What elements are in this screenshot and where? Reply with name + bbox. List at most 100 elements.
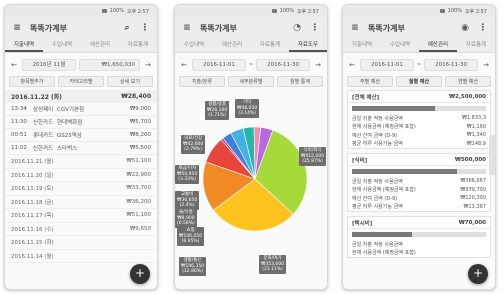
list-item[interactable]: 00:51 롯데카드 GS25역삼 ₩8,200 — [5, 129, 157, 142]
item-view-button[interactable]: 항목별추가 — [9, 76, 55, 87]
app-bar: ≡ 똑똑가계부 ◉ ⋮ — [343, 17, 495, 39]
prev-arrow-icon[interactable]: ← — [9, 61, 19, 69]
battery-label: 100% — [447, 8, 462, 14]
tab-income[interactable]: 수입내역 — [43, 39, 81, 52]
budget-amount: ₩500,000 — [454, 156, 486, 163]
category-view-button[interactable]: 카테고리별 — [58, 76, 104, 87]
app-title: 똑똑가계부 — [368, 23, 405, 33]
pie-label: 교통비 ₩36,650 (2.4%) — [175, 191, 200, 210]
budget-progress-bar — [352, 232, 486, 237]
list-item[interactable]: 11:02 신한카드 스타벅스 ₩5,500 — [5, 142, 157, 155]
tab-stats[interactable]: 자료통계 — [251, 39, 289, 52]
day-header[interactable]: 2016.11.22 (화) ₩28,400 — [5, 90, 157, 103]
item-desc: GS25역삼 — [57, 133, 82, 139]
menu-icon[interactable]: ≡ — [12, 23, 22, 33]
day-date: 2016.11.20 (일) — [11, 172, 54, 179]
status-bar: 100% 오후 2:57 — [343, 5, 495, 17]
budget-line-label: 금일 지출 적정 사용금액 — [352, 115, 403, 122]
more-icon[interactable]: ⋮ — [310, 23, 320, 33]
more-icon[interactable]: ⋮ — [478, 23, 488, 33]
menu-icon[interactable]: ≡ — [182, 23, 192, 33]
day-date: 2016.11.18 (금) — [11, 199, 54, 206]
clock: 오후 2:57 — [464, 8, 487, 15]
signal-icon — [101, 9, 107, 13]
day-row[interactable]: 2016.11.15 (화) — [5, 236, 157, 250]
next-arrow-icon[interactable]: → — [143, 61, 153, 69]
tab-budget[interactable]: 예산관리 — [419, 39, 457, 52]
tab-stats[interactable]: 자료통계 — [457, 39, 495, 52]
detail-view-button[interactable]: 상세 보기 — [107, 76, 153, 87]
range-separator: ~ — [416, 61, 422, 68]
item-time: 11:02 — [11, 145, 27, 151]
budget-card-header: [전체 예산] ₩2,500,000 — [348, 91, 490, 103]
add-button[interactable]: + — [130, 264, 150, 284]
eye-icon[interactable]: ◉ — [460, 23, 470, 33]
tab-income[interactable]: 수입내역 — [381, 39, 419, 52]
search-icon[interactable]: ⌕ — [122, 23, 132, 33]
tab-budget[interactable]: 예산관리 — [213, 39, 251, 52]
tab-data[interactable]: 자료도우 — [289, 39, 327, 52]
end-date-field[interactable]: 2016-11-30 — [424, 58, 479, 71]
start-date-field[interactable]: 2016-11-01 — [360, 58, 414, 71]
budget-card[interactable]: [택시비] ₩70,000 금일 지출 적정 사용금액 현재 사용금액 (예정금액… — [347, 216, 491, 258]
pie-label: 세금/이자 ₩50,950 (3.33%) — [175, 165, 200, 184]
item-account: 신한카드 — [33, 146, 54, 152]
tab-income[interactable]: 수입내역 — [175, 39, 213, 52]
item-desc: 현대백화점 — [57, 120, 83, 126]
day-date: 2016.11.19 (토) — [11, 186, 54, 193]
budget-line-amount: ₩1,833,3 — [461, 115, 486, 122]
pie-label: 식비/외식 ₩412,000 (25.87%) — [299, 147, 327, 166]
month-field[interactable]: 2016년 11월 — [22, 58, 76, 71]
add-button[interactable]: + — [468, 264, 488, 284]
yearly-budget-button[interactable]: 연별 예산 — [445, 76, 491, 87]
status-bar: 100% 오후 2:57 — [175, 5, 327, 17]
menu-icon[interactable]: ≡ — [350, 23, 360, 33]
more-icon[interactable]: ⋮ — [140, 23, 150, 33]
day-row[interactable]: 2016.11.18 (금) ₩36,200 — [5, 196, 157, 209]
pie-chart-icon[interactable]: ◔ — [292, 23, 302, 33]
list-item[interactable]: 13:34 삼성페이 CGV기본점 ₩9,000 — [5, 103, 157, 116]
pie-label: 쇼핑 ₩106,050 (6.95%) — [177, 227, 205, 246]
next-arrow-icon[interactable]: → — [481, 61, 491, 69]
budget-line: 금일 지출 적정 사용금액 — [348, 240, 490, 249]
budget-line: 평균 하루 사용가능 금액 ₩13,367 — [348, 203, 490, 212]
day-amount: ₩33,700 — [126, 185, 151, 192]
list-item[interactable]: 11:30 신한카드 현대백화점 ₩5,700 — [5, 116, 157, 129]
day-row[interactable]: 2016.11.21 (월) ₩51,100 — [5, 155, 157, 169]
next-arrow-icon[interactable]: → — [313, 61, 323, 69]
prev-arrow-icon[interactable]: ← — [179, 61, 189, 69]
budget-line: 평균 하루 사용가능 금액 ₩148,9 — [348, 140, 490, 149]
tab-expense[interactable]: 지출내역 — [5, 39, 43, 52]
budget-card[interactable]: [전체 예산] ₩2,500,000 금일 지출 적정 사용금액 ₩1,833,3 … — [347, 90, 491, 149]
item-amount: ₩9,000 — [129, 106, 151, 112]
prev-arrow-icon[interactable]: ← — [347, 61, 357, 69]
monthly-budget-button[interactable]: 월별 예산 — [396, 76, 442, 87]
budget-progress-bar — [352, 169, 486, 174]
item-amount: ₩5,700 — [129, 119, 151, 125]
day-row[interactable]: 2016.11.16 (수) ₩9,650 — [5, 223, 157, 236]
by-subcategory-button[interactable]: 세부분류별 — [228, 76, 274, 87]
weekly-budget-button[interactable]: 주별 예산 — [347, 76, 393, 87]
item-time: 00:51 — [11, 132, 27, 138]
tab-stats[interactable]: 자료통계 — [119, 39, 157, 52]
pie-label: 생활/통신 ₩196,350 (12.86%) — [179, 257, 207, 276]
budget-screen: 100% 오후 2:57 ≡ 똑똑가계부 ◉ ⋮ 지출내역 수입내역 예산관리 … — [342, 4, 496, 290]
tab-expense[interactable]: 지출내역 — [343, 39, 381, 52]
day-row[interactable]: 2016.11.19 (토) ₩33,700 — [5, 182, 157, 196]
item-account: 롯데카드 — [33, 133, 54, 139]
side-handle[interactable] — [489, 135, 495, 175]
tab-budget[interactable]: 예산관리 — [81, 39, 119, 52]
day-row[interactable]: 2016.11.17 (목) ₩51,100 — [5, 209, 157, 223]
budget-card[interactable]: [식비] ₩500,000 금일 지출 적정 사용금액 ₩366,667 현재 사용… — [347, 153, 491, 212]
day-row[interactable]: 2016.11.14 (월) — [5, 250, 157, 263]
monthly-stats-button[interactable]: 월별 통계 — [277, 76, 323, 87]
range-separator: ~ — [248, 61, 254, 68]
end-date-field[interactable]: 2016-11-30 — [256, 58, 311, 71]
budget-line-amount: ₩120,300 — [460, 195, 486, 202]
budget-line: 현재 사용금액 (예정금액 포함) ₩379,700 — [348, 186, 490, 195]
tab-bar: 지출내역 수입내역 예산관리 자료통계 — [5, 39, 157, 53]
start-date-field[interactable]: 2016-11-01 — [192, 58, 246, 71]
by-category-button[interactable]: 지출/분류 — [179, 76, 225, 87]
item-amount: ₩8,200 — [129, 132, 151, 138]
day-row[interactable]: 2016.11.20 (일) ₩22,900 — [5, 169, 157, 182]
